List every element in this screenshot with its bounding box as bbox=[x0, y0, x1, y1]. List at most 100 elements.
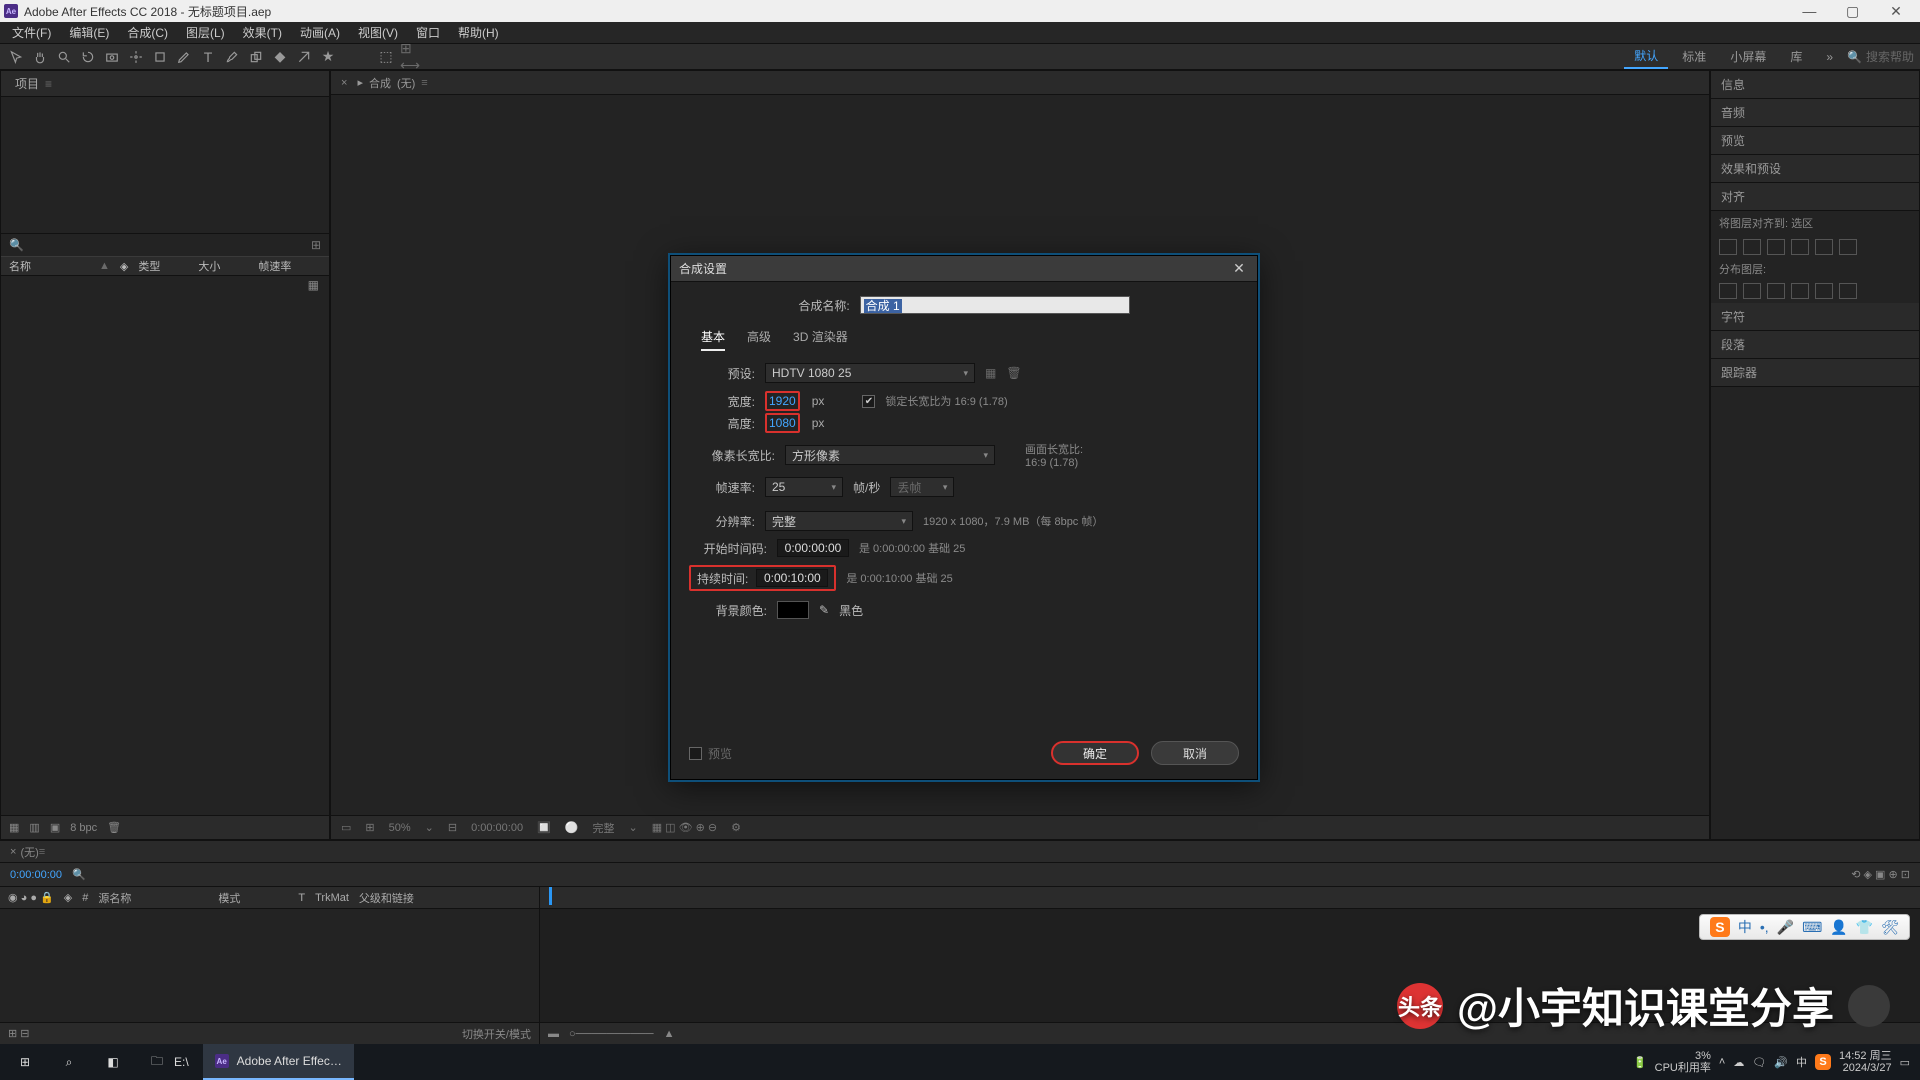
dist-5-icon[interactable] bbox=[1815, 283, 1833, 299]
height-input[interactable]: 1080 bbox=[769, 416, 796, 430]
tray-wifi-icon[interactable]: 🗨 bbox=[1752, 1056, 1766, 1069]
interpret-icon[interactable]: ▦ bbox=[9, 821, 19, 834]
col-size[interactable]: 大小 bbox=[198, 258, 248, 274]
pen-tool-icon[interactable] bbox=[174, 47, 194, 67]
comp-name-input[interactable]: 合成 1 bbox=[860, 296, 1130, 314]
comp-tab-close-icon[interactable]: × bbox=[341, 77, 347, 89]
close-button[interactable]: ✕ bbox=[1876, 3, 1916, 20]
cancel-button[interactable]: 取消 bbox=[1151, 741, 1239, 765]
tab-advanced[interactable]: 高级 bbox=[747, 328, 771, 351]
preview-checkbox[interactable] bbox=[689, 747, 702, 760]
dist-6-icon[interactable] bbox=[1839, 283, 1857, 299]
ok-button[interactable]: 确定 bbox=[1051, 741, 1139, 765]
rotate-tool-icon[interactable] bbox=[78, 47, 98, 67]
section-effects[interactable]: 效果和预设 bbox=[1711, 155, 1919, 183]
tray-sogou-icon[interactable]: S bbox=[1815, 1054, 1831, 1070]
minimize-button[interactable]: — bbox=[1789, 3, 1829, 19]
menu-help[interactable]: 帮助(H) bbox=[450, 22, 507, 43]
par-dropdown[interactable]: 方形像素▾ bbox=[785, 445, 995, 465]
tool-option-icon[interactable]: ⬚ bbox=[376, 47, 396, 67]
taskbar-app-ae[interactable]: AeAdobe After Effec… bbox=[203, 1044, 354, 1080]
hand-tool-icon[interactable] bbox=[30, 47, 50, 67]
section-tracker[interactable]: 跟踪器 bbox=[1711, 359, 1919, 387]
sort-icon[interactable]: ▲ bbox=[99, 260, 110, 272]
col-name[interactable]: 名称 bbox=[9, 258, 89, 274]
ime-punct-icon[interactable]: •, bbox=[1760, 919, 1769, 935]
tl-toggle-icon[interactable]: ⊞ ⊟ bbox=[8, 1027, 30, 1040]
help-search[interactable]: 🔍 搜索帮助 bbox=[1847, 48, 1914, 65]
section-character[interactable]: 字符 bbox=[1711, 303, 1919, 331]
viewer-settings-icon[interactable]: ⚙ bbox=[731, 821, 741, 834]
ime-lang-icon[interactable]: 中 bbox=[1738, 917, 1752, 937]
menu-effect[interactable]: 效果(T) bbox=[235, 22, 290, 43]
tab-3d[interactable]: 3D 渲染器 bbox=[793, 328, 848, 351]
project-search-icon[interactable]: 🔍 bbox=[9, 238, 24, 252]
tray-chevron-icon[interactable]: ˄ bbox=[1719, 1056, 1725, 1068]
duration-input[interactable]: 0:00:10:00 bbox=[756, 569, 828, 587]
project-flow-icon[interactable]: ⊞ bbox=[311, 238, 321, 252]
dist-3-icon[interactable] bbox=[1767, 283, 1785, 299]
new-folder-icon[interactable]: ▥ bbox=[29, 821, 39, 834]
align-vcenter-icon[interactable] bbox=[1815, 239, 1833, 255]
dist-2-icon[interactable] bbox=[1743, 283, 1761, 299]
tab-basic[interactable]: 基本 bbox=[701, 328, 725, 351]
maximize-button[interactable]: ▢ bbox=[1833, 3, 1873, 20]
viewer-time[interactable]: 0:00:00:00 bbox=[471, 822, 523, 834]
timeline-tab[interactable]: (无) bbox=[20, 844, 38, 860]
workspace-standard[interactable]: 标准 bbox=[1672, 45, 1716, 68]
zoom-tool-icon[interactable] bbox=[54, 47, 74, 67]
eyedropper-icon[interactable]: ✎ bbox=[819, 603, 829, 617]
col-type[interactable]: 类型 bbox=[138, 258, 188, 274]
menu-layer[interactable]: 图层(L) bbox=[178, 22, 233, 43]
menu-composition[interactable]: 合成(C) bbox=[119, 22, 176, 43]
preset-save-icon[interactable]: ▦ bbox=[985, 366, 996, 380]
ime-skin-icon[interactable]: 👕 bbox=[1856, 919, 1873, 936]
align-bottom-icon[interactable] bbox=[1839, 239, 1857, 255]
width-input[interactable]: 1920 bbox=[769, 394, 796, 408]
preset-delete-icon[interactable]: 🗑 bbox=[1006, 366, 1021, 380]
res-dropdown[interactable]: 完整▾ bbox=[765, 511, 913, 531]
anchor-tool-icon[interactable] bbox=[126, 47, 146, 67]
tl-col-source[interactable]: 源名称 bbox=[98, 890, 208, 906]
menu-view[interactable]: 视图(V) bbox=[350, 22, 406, 43]
section-paragraph[interactable]: 段落 bbox=[1711, 331, 1919, 359]
tray-ime-icon[interactable]: 中 bbox=[1796, 1054, 1807, 1070]
shape-tool-icon[interactable] bbox=[150, 47, 170, 67]
workspace-library[interactable]: 库 bbox=[1780, 45, 1812, 68]
dist-4-icon[interactable] bbox=[1791, 283, 1809, 299]
viewer-res[interactable]: 完整 bbox=[593, 820, 615, 836]
puppet-tool-icon[interactable]: ★ bbox=[318, 47, 338, 67]
workspace-more-icon[interactable]: » bbox=[1816, 47, 1843, 67]
align-left-icon[interactable] bbox=[1719, 239, 1737, 255]
tray-cloud-icon[interactable]: ☁ bbox=[1733, 1056, 1744, 1069]
trash-icon[interactable]: 🗑 bbox=[107, 821, 121, 834]
align-top-icon[interactable] bbox=[1791, 239, 1809, 255]
tl-switch-label[interactable]: 切换开关/模式 bbox=[462, 1026, 531, 1042]
section-audio[interactable]: 音频 bbox=[1711, 99, 1919, 127]
brush-tool-icon[interactable] bbox=[222, 47, 242, 67]
zoom-level[interactable]: 50% bbox=[389, 822, 411, 834]
dropframe-dropdown[interactable]: 丢帧▾ bbox=[890, 477, 954, 497]
start-timecode-input[interactable]: 0:00:00:00 bbox=[777, 539, 849, 557]
selection-tool-icon[interactable] bbox=[6, 47, 26, 67]
start-button[interactable]: ⊞ bbox=[4, 1044, 46, 1080]
roto-tool-icon[interactable] bbox=[294, 47, 314, 67]
snapping-icon[interactable]: ⊞ ⟷ bbox=[400, 47, 420, 67]
lock-aspect-checkbox[interactable]: ✔ bbox=[862, 395, 875, 408]
tl-col-parent[interactable]: 父级和链接 bbox=[359, 890, 414, 906]
tray-clock[interactable]: 14:52 周三 2024/3/27 bbox=[1839, 1050, 1892, 1074]
bg-swatch[interactable] bbox=[777, 601, 809, 619]
project-tab[interactable]: 项目 ≡ bbox=[11, 75, 56, 92]
eraser-tool-icon[interactable]: ◆ bbox=[270, 47, 290, 67]
section-align[interactable]: 对齐 bbox=[1711, 183, 1919, 211]
tl-col-mode[interactable]: 模式 bbox=[218, 890, 288, 906]
ime-mic-icon[interactable]: 🎤 bbox=[1777, 919, 1794, 936]
fps-dropdown[interactable]: 25▾ bbox=[765, 477, 843, 497]
tray-notifications-icon[interactable]: ▭ bbox=[1900, 1056, 1910, 1069]
menu-file[interactable]: 文件(F) bbox=[4, 22, 59, 43]
menu-animation[interactable]: 动画(A) bbox=[292, 22, 348, 43]
taskbar-explorer[interactable]: 🗀E:\ bbox=[136, 1044, 201, 1080]
section-preview[interactable]: 预览 bbox=[1711, 127, 1919, 155]
text-tool-icon[interactable]: T bbox=[198, 47, 218, 67]
camera-tool-icon[interactable] bbox=[102, 47, 122, 67]
